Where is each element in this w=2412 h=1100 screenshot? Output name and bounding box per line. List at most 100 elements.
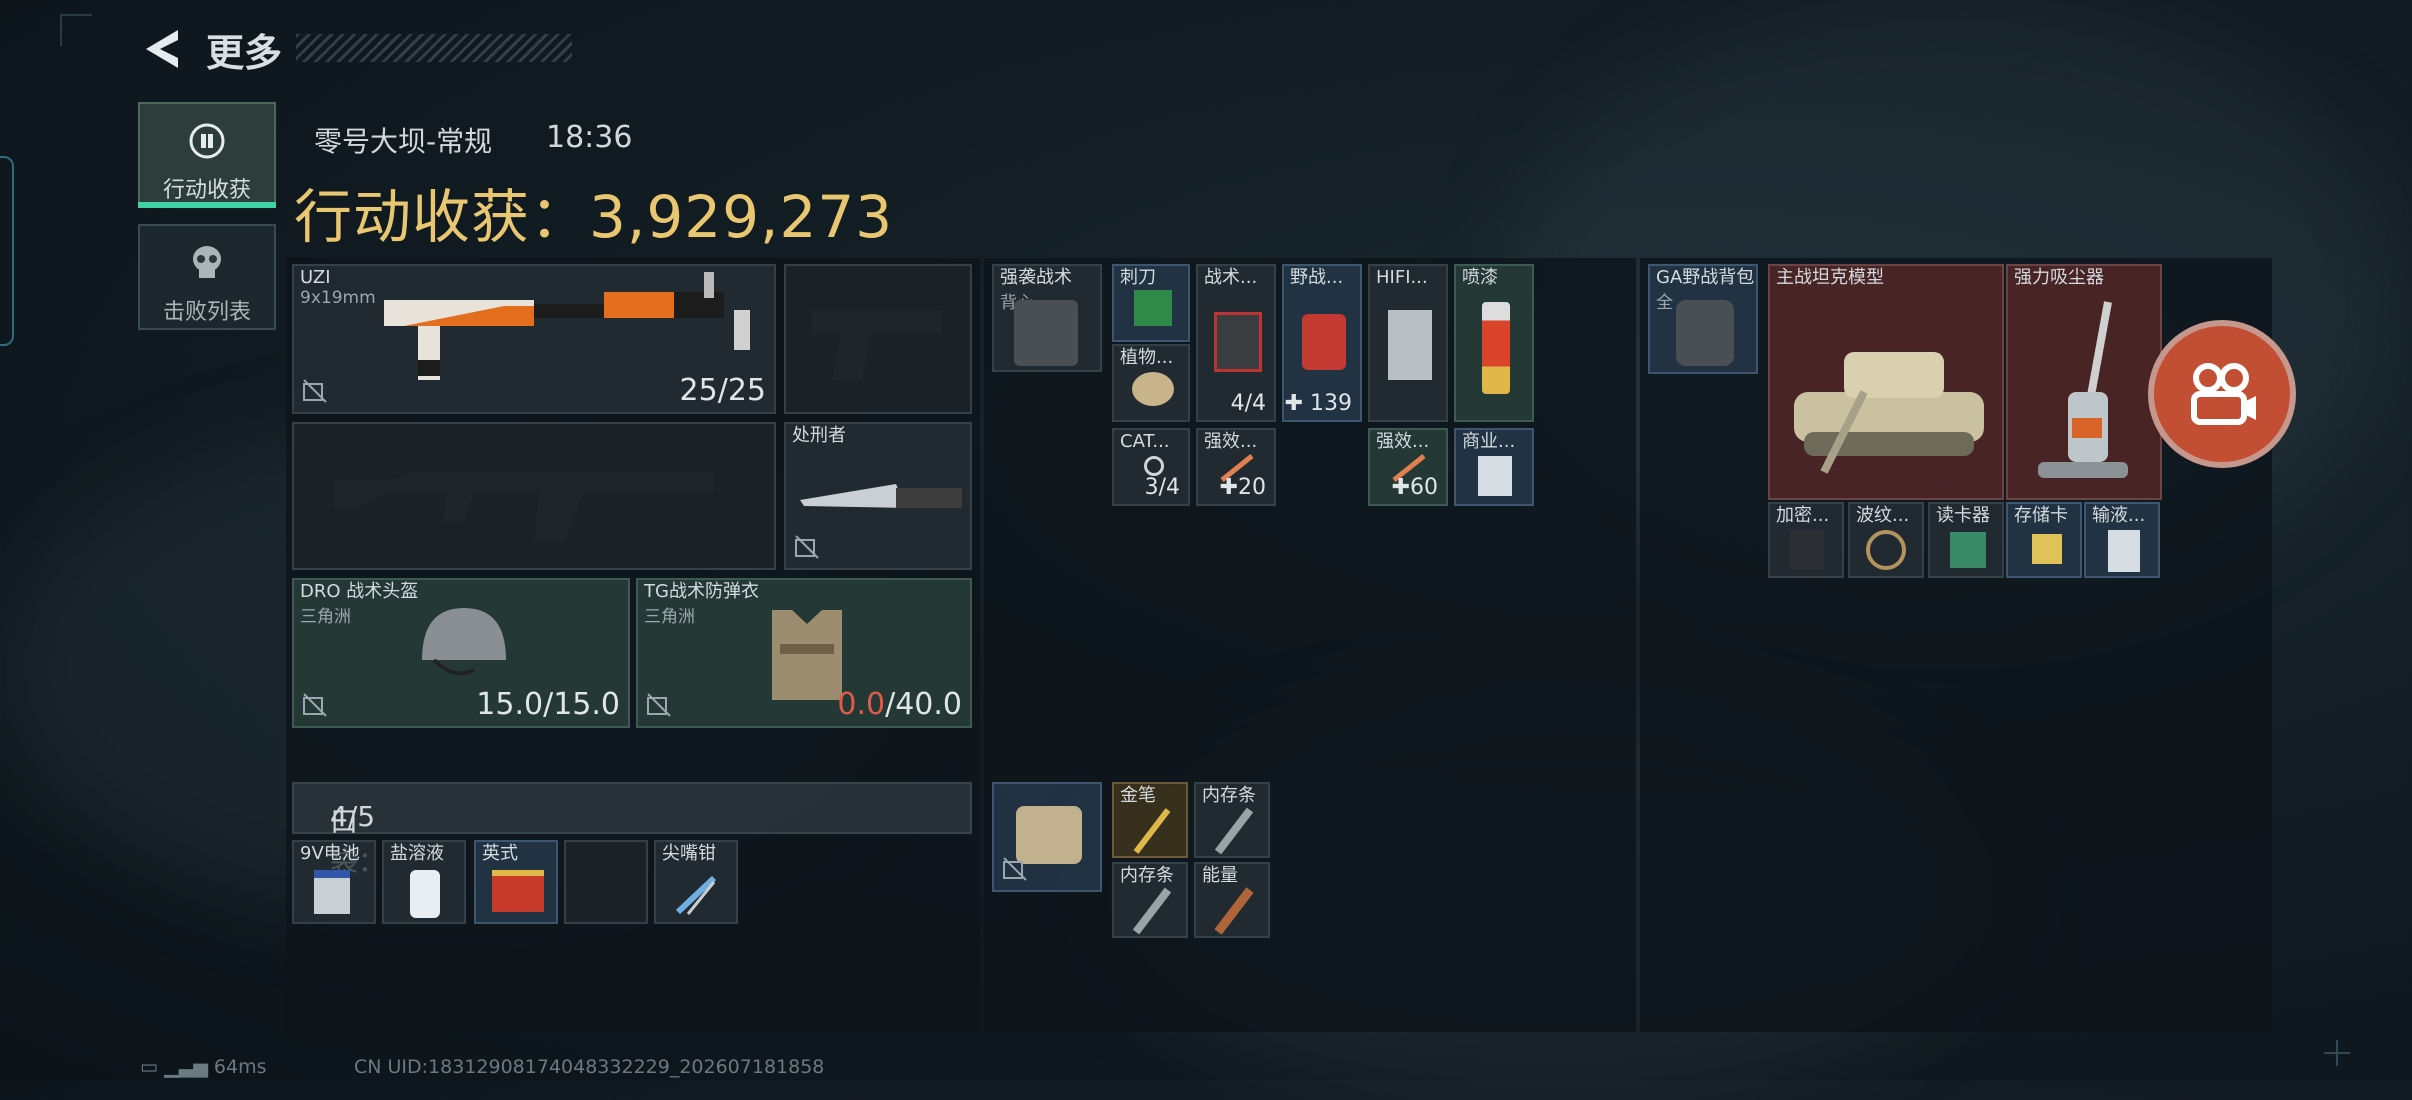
insured-icon <box>303 379 327 403</box>
armor-durability: 0.0/40.0 <box>837 687 962 722</box>
pocket-item[interactable]: 盐溶液 <box>382 840 466 924</box>
backpack-item-name: 加密... <box>1776 505 1830 526</box>
backpack-slot[interactable]: GA野战背包 全 <box>1648 264 1758 374</box>
encrypted-drive-icon <box>1790 530 1824 570</box>
rifle-silhouette-icon <box>334 472 714 542</box>
sidearm-slot[interactable] <box>784 264 972 414</box>
pocket-item[interactable]: 9V电池 <box>292 840 376 924</box>
backpack-item[interactable]: 读卡器 <box>1928 502 2004 578</box>
memory-stick-icon <box>1132 887 1172 934</box>
backpack-item[interactable]: 输液... <box>2084 502 2160 578</box>
crosshair-decoration <box>2324 1040 2350 1066</box>
plus-icon: ✚ <box>1219 475 1238 500</box>
battery-icon: ▭ <box>140 1056 158 1078</box>
rig-item[interactable]: 刺刀 <box>1112 264 1190 342</box>
pocket-item[interactable]: 尖嘴钳 <box>654 840 738 924</box>
iv-bag-icon <box>2108 530 2140 572</box>
safe-case-slot[interactable] <box>992 782 1102 892</box>
rig-item[interactable]: 野战... ✚ 139 <box>1282 264 1362 422</box>
backpack-item-name: 强力吸尘器 <box>2014 267 2104 288</box>
backpack-item[interactable]: 主战坦克模型 <box>1768 264 2004 500</box>
insured-icon <box>303 693 327 717</box>
insured-icon <box>1003 857 1027 881</box>
energy-bar-icon <box>1214 887 1254 934</box>
rig-name: 强袭战术 <box>1000 267 1072 288</box>
backpack-item-name: 存储卡 <box>2014 505 2068 526</box>
medkit-icon <box>1214 312 1262 372</box>
insured-icon <box>795 535 819 559</box>
knife-image <box>800 484 962 508</box>
rig-item-name: 商业... <box>1462 431 1516 452</box>
pocket-item[interactable]: 英式 <box>474 840 558 924</box>
rig-item[interactable]: 战术... 4/4 <box>1196 264 1276 422</box>
tab-kills-label: 击败列表 <box>162 300 251 325</box>
tab-loot[interactable]: 行动收获 <box>138 102 276 208</box>
rig-item[interactable]: 强效... ✚60 <box>1368 428 1448 506</box>
pocket-item-name: 盐溶液 <box>390 843 444 864</box>
strong2-count: 60 <box>1410 475 1438 500</box>
haul-label: 行动收获： <box>294 183 590 251</box>
rig-item[interactable]: 喷漆 <box>1454 264 1534 422</box>
rig-item[interactable]: 商业... <box>1454 428 1534 506</box>
pocket-header: 口袋：4/5 <box>292 782 972 878</box>
pocket-empty-slot[interactable] <box>564 840 648 924</box>
primary-weapon-slot[interactable]: UZI 9x19mm 25/25 <box>292 264 776 414</box>
strong1-count: 20 <box>1238 475 1266 500</box>
rig-item-name: 野战... <box>1290 267 1344 288</box>
tab-kills[interactable]: 击败列表 <box>138 224 276 330</box>
rig-vest-icon <box>1014 300 1078 366</box>
backpack-item-name: 输液... <box>2092 505 2146 526</box>
ammo-type: 9x19mm <box>300 288 376 308</box>
rig-item-name: 强效... <box>1204 431 1258 452</box>
rig-item[interactable]: 植物... <box>1112 344 1190 422</box>
tin-icon <box>492 870 544 912</box>
pocket-item-name: 9V电池 <box>300 843 360 864</box>
case-item[interactable]: 内存条 <box>1112 862 1188 938</box>
backpack-item-name: 读卡器 <box>1936 505 1990 526</box>
plant-can-icon <box>1132 372 1174 406</box>
helmet-slot[interactable]: DRO 战术头盔 三角洲 15.0/15.0 <box>292 578 630 728</box>
case-item[interactable]: 能量 <box>1194 862 1270 938</box>
armor-slot[interactable]: TG战术防弹衣 三角洲 0.0/40.0 <box>636 578 972 728</box>
rig-item-name: 强效... <box>1376 431 1430 452</box>
backpack-name: GA野战背包 <box>1656 267 1755 288</box>
saline-icon <box>410 870 440 918</box>
backpack-item-name: 主战坦克模型 <box>1776 267 1884 288</box>
edge-handle[interactable] <box>0 156 14 346</box>
rig-item-name: CAT... <box>1120 431 1170 452</box>
cat-count: 3/4 <box>1144 475 1180 500</box>
melee-slot[interactable]: 处刑者 <box>784 422 972 570</box>
case-item-name: 金笔 <box>1120 785 1156 806</box>
armor-durability-max: /40.0 <box>885 687 962 722</box>
pliers-icon <box>675 875 717 915</box>
back-button[interactable] <box>142 26 182 72</box>
signal-icon: ▁▃▅ <box>164 1056 208 1078</box>
backpack-item[interactable]: 强力吸尘器 <box>2006 264 2162 500</box>
rig-item[interactable]: 强效... ✚20 <box>1196 428 1276 506</box>
rig-item[interactable]: HIFI... <box>1368 264 1448 422</box>
pistol-silhouette-icon <box>812 310 942 380</box>
case-item[interactable]: 金笔 <box>1112 782 1188 858</box>
backpack-item[interactable]: 加密... <box>1768 502 1844 578</box>
rig-item-name: 刺刀 <box>1120 267 1156 288</box>
battery-icon <box>314 870 350 914</box>
memory-stick-icon <box>1214 807 1254 854</box>
uid-text: CN UID:18312908174048332229_202607181858 <box>354 1056 825 1078</box>
pocket-count: 4/5 <box>330 800 376 833</box>
rig-slot[interactable]: 强袭战术 背心 <box>992 264 1102 372</box>
record-button[interactable] <box>2148 320 2296 468</box>
tank-model-image <box>1794 352 1984 474</box>
secondary-weapon-slot[interactable] <box>292 422 776 570</box>
document-icon <box>1478 456 1512 496</box>
back-arrow-icon <box>146 30 178 68</box>
armor-origin: 三角洲 <box>644 607 695 627</box>
spray-can-icon <box>1482 302 1510 394</box>
field-kit-value: ✚ 139 <box>1285 391 1352 416</box>
armor-durability-current: 0.0 <box>837 687 886 722</box>
case-item[interactable]: 内存条 <box>1194 782 1270 858</box>
rig-item[interactable]: CAT... 3/4 <box>1112 428 1190 506</box>
hifi-device-icon <box>1388 310 1432 380</box>
title-decoration <box>296 34 572 62</box>
backpack-item[interactable]: 存储卡 <box>2006 502 2082 578</box>
backpack-item[interactable]: 波纹... <box>1848 502 1924 578</box>
